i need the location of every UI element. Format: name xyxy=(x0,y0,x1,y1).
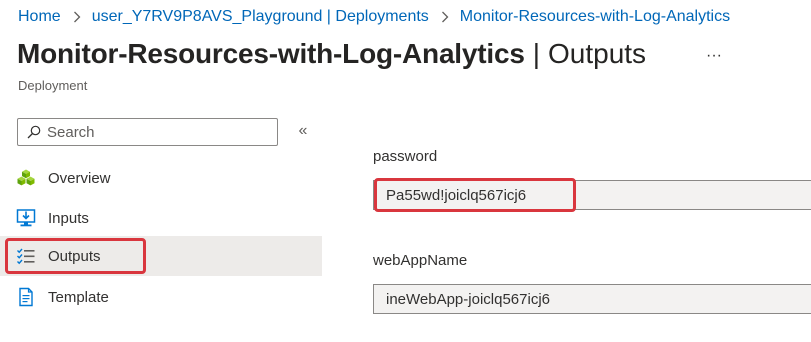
sidebar-item-label: Template xyxy=(48,288,109,306)
overview-icon xyxy=(16,168,36,188)
search-icon xyxy=(27,125,41,139)
outputs-icon xyxy=(16,246,36,266)
breadcrumb: Home user_Y7RV9P8AVS_Playground | Deploy… xyxy=(18,6,730,28)
sidebar-item-label: Overview xyxy=(48,169,111,187)
sidebar-item-outputs[interactable]: Outputs xyxy=(0,236,322,276)
page-title-main: Monitor-Resources-with-Log-Analytics xyxy=(17,38,525,69)
search-input[interactable] xyxy=(47,123,247,141)
search-box[interactable] xyxy=(17,118,278,146)
breadcrumb-deployment-link[interactable]: Monitor-Resources-with-Log-Analytics xyxy=(460,8,730,26)
page-subtitle: Deployment xyxy=(18,78,88,93)
output-webappname-label: webAppName xyxy=(373,252,468,269)
breadcrumb-deployments-link[interactable]: user_Y7RV9P8AVS_Playground | Deployments xyxy=(92,8,429,26)
page-title: Monitor-Resources-with-Log-Analytics | O… xyxy=(17,38,646,70)
output-password-field[interactable]: Pa55wd!joiclq567icj6 xyxy=(373,180,811,210)
template-icon xyxy=(16,287,36,307)
sidebar-item-label: Inputs xyxy=(48,209,89,227)
sidebar-item-label: Outputs xyxy=(48,247,101,265)
collapse-sidebar-button[interactable]: « xyxy=(294,121,312,141)
title-separator: | xyxy=(532,38,540,69)
page-title-section: Outputs xyxy=(548,38,647,69)
inputs-icon xyxy=(16,208,36,228)
sidebar-item-inputs[interactable]: Inputs xyxy=(0,198,322,238)
chevron-right-icon xyxy=(441,11,449,23)
chevron-right-icon xyxy=(73,11,81,23)
sidebar-item-overview[interactable]: Overview xyxy=(0,158,322,198)
breadcrumb-home-link[interactable]: Home xyxy=(18,8,61,26)
sidebar-item-template[interactable]: Template xyxy=(0,277,322,317)
output-password-label: password xyxy=(373,148,438,165)
output-webappname-field[interactable]: ineWebApp-joiclq567icj6 xyxy=(373,284,811,314)
more-options-button[interactable]: ··· xyxy=(704,46,724,66)
